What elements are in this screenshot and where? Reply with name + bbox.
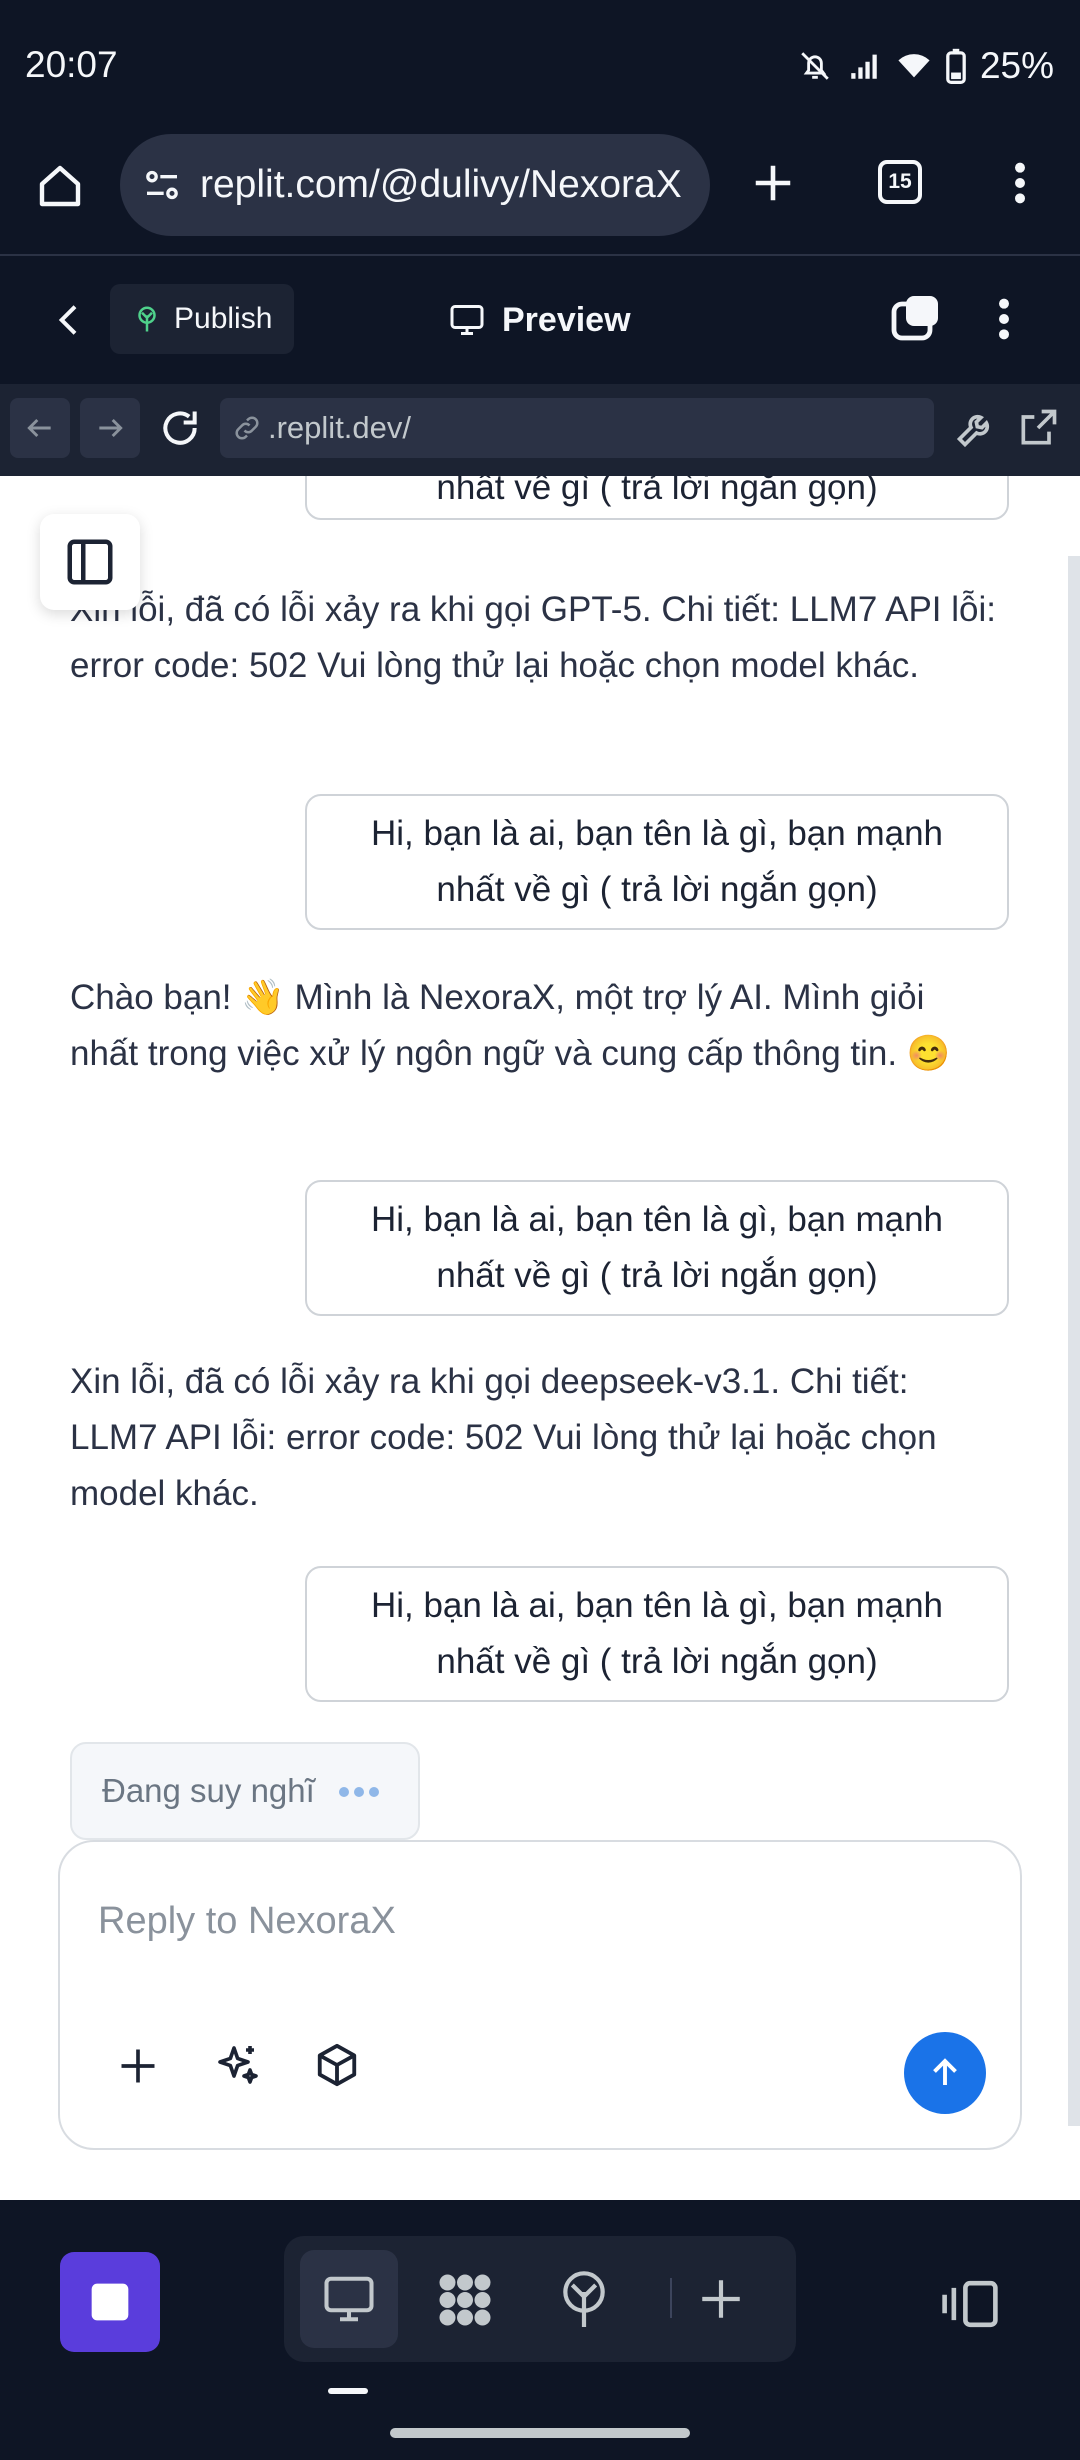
webview-url-field[interactable]: .replit.dev/	[220, 398, 934, 458]
scrollbar[interactable]	[1068, 556, 1080, 2126]
cube-icon[interactable]	[314, 2042, 360, 2088]
bell-off-icon	[798, 49, 832, 83]
sidebar-toggle-button[interactable]	[40, 514, 140, 610]
site-settings-icon[interactable]	[142, 165, 182, 205]
webview-toolbar: .replit.dev/	[0, 384, 1080, 476]
back-icon[interactable]	[50, 298, 90, 342]
status-time: 20:07	[25, 44, 118, 85]
apps-icon[interactable]	[434, 2270, 496, 2330]
devtools-wrench-icon[interactable]	[954, 406, 998, 450]
monitor-icon	[321, 2272, 377, 2326]
active-tab-indicator	[328, 2388, 368, 2394]
open-pane-icon[interactable]	[890, 294, 942, 342]
home-icon[interactable]	[36, 162, 84, 210]
more-options-icon[interactable]	[988, 296, 1020, 342]
add-attachment-icon[interactable]	[116, 2044, 160, 2088]
gesture-handle[interactable]	[390, 2428, 690, 2438]
assistant-message: Xin lỗi, đã có lỗi xảy ra khi gọi deepse…	[70, 1362, 937, 1513]
assistant-message: Xin lỗi, đã có lỗi xảy ra khi gọi GPT-5.…	[70, 590, 996, 685]
stop-button[interactable]	[60, 2252, 160, 2352]
composer: Reply to NexoraX	[58, 1840, 1022, 2150]
status-icons: 25%	[798, 45, 1054, 86]
nav-preview-button[interactable]	[300, 2250, 398, 2348]
browser-toolbar: replit.com/@dulivy/NexoraX 15	[0, 130, 1080, 256]
user-message: Hi, bạn là ai, bạn tên là gì, bạn mạnh n…	[305, 1566, 1009, 1702]
publish-button[interactable]: Publish	[110, 284, 294, 354]
status-bar: 20:07 25%	[0, 0, 1080, 130]
panel-switch-icon[interactable]	[940, 2276, 1000, 2332]
new-tab-icon[interactable]	[750, 160, 796, 206]
address-bar[interactable]: replit.com/@dulivy/NexoraX	[120, 134, 710, 236]
assistant-message: Chào bạn! 👋 Mình là NexoraX, một trợ lý …	[70, 978, 951, 1073]
arrow-left-icon	[24, 412, 56, 444]
preview-tab[interactable]: Preview	[448, 294, 631, 346]
webview-url: .replit.dev/	[268, 410, 412, 445]
battery-icon	[946, 48, 966, 84]
preview-label: Preview	[502, 300, 631, 339]
stop-icon	[88, 2280, 132, 2324]
link-icon	[232, 413, 262, 443]
browser-menu-icon[interactable]	[1004, 160, 1036, 206]
battery-percent: 25%	[979, 45, 1054, 86]
loading-dots-icon	[338, 1782, 384, 1801]
arrow-up-icon	[927, 2055, 963, 2091]
add-tab-icon[interactable]	[696, 2274, 746, 2324]
user-message: Hi, bạn là ai, bạn tên là gì, bạn mạnh n…	[305, 794, 1009, 930]
tab-switcher-button[interactable]: 15	[878, 160, 922, 204]
monitor-icon	[448, 302, 486, 338]
webview-forward-button[interactable]	[80, 398, 140, 458]
deploy-icon[interactable]	[556, 2268, 612, 2330]
signal-icon	[846, 49, 882, 83]
user-message: nhất về gì ( trả lời ngắn gọn)	[305, 476, 1009, 520]
send-button[interactable]	[904, 2032, 986, 2114]
webview-back-button[interactable]	[10, 398, 70, 458]
publish-icon	[132, 304, 162, 334]
reply-input[interactable]: Reply to NexoraX	[98, 1900, 396, 1943]
thinking-label: Đang suy nghĩ	[102, 1772, 315, 1809]
sidebar-icon	[63, 535, 117, 589]
bottom-bar	[0, 2200, 1080, 2460]
wifi-icon	[896, 49, 932, 83]
arrow-right-icon	[94, 412, 126, 444]
chat-content: nhất về gì ( trả lời ngắn gọn) Xin lỗi, …	[0, 476, 1080, 2200]
open-new-window-icon[interactable]	[1016, 406, 1060, 450]
nav-divider	[670, 2278, 672, 2318]
replit-header: Publish Preview	[0, 256, 1080, 384]
address-url: replit.com/@dulivy/NexoraX	[200, 163, 682, 206]
user-message: Hi, bạn là ai, bạn tên là gì, bạn mạnh n…	[305, 1180, 1009, 1316]
thinking-indicator: Đang suy nghĩ	[70, 1742, 420, 1840]
workspace-nav	[284, 2236, 796, 2362]
sparkle-icon[interactable]	[214, 2042, 262, 2090]
reload-icon[interactable]	[158, 406, 202, 450]
publish-label: Publish	[174, 302, 273, 335]
